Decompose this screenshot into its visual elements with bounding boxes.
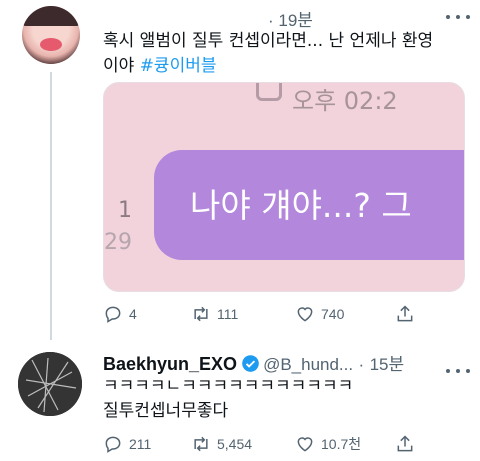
- media-time-label: 오후 02:2: [292, 87, 398, 115]
- tweet-text-line-2-prefix: 이야: [103, 56, 140, 76]
- clock-icon: [256, 83, 282, 101]
- reply-count: 211: [129, 436, 152, 452]
- tweet-text-line-2: 질투컨셉너무좋다: [103, 401, 229, 421]
- chat-bubble-text: 나야 걔야...? 그: [190, 186, 412, 225]
- tweet-meta: · 19분: [268, 6, 313, 31]
- like-button[interactable]: 740: [295, 304, 344, 324]
- tweet-time[interactable]: 15분: [370, 355, 405, 374]
- like-count: 10.7천: [321, 436, 362, 452]
- thread-connector-line: [50, 72, 52, 340]
- hashtag-link[interactable]: #큥이버블: [140, 56, 217, 76]
- retweet-count: 111: [217, 306, 239, 322]
- tweet-meta: Baekhyun_EXO @B_hund... · 15분: [103, 350, 404, 375]
- author-handle[interactable]: @B_hund...: [263, 355, 353, 374]
- retweet-icon: [194, 306, 208, 322]
- tweet-actions: 211 5,454 10.7천: [103, 434, 433, 458]
- tweet-reply[interactable]: Baekhyun_EXO @B_hund... · 15분 ㅋㅋㅋㅋㄴㅋㅋㅋㅋㅋㅋ…: [0, 340, 480, 461]
- reply-count: 4: [129, 306, 137, 322]
- like-button[interactable]: 10.7천: [295, 434, 361, 454]
- reply-icon: [105, 436, 121, 453]
- avatar[interactable]: [18, 352, 82, 416]
- avatar-logo-icon: [18, 352, 82, 416]
- meta-separator: ·: [358, 355, 365, 374]
- like-count: 740: [321, 306, 345, 322]
- reply-button[interactable]: 211: [103, 434, 151, 454]
- avatar-lips: [40, 38, 62, 51]
- tweet-text-line-1: 혹시 앨범이 질투 컨셉이라면... 난 언제나 환영: [103, 31, 434, 51]
- tweet-text-line-1: ㅋㅋㅋㅋㄴㅋㅋㅋㅋㅋㅋㅋㅋㅋㅋㅋ: [103, 376, 354, 396]
- share-icon: [397, 435, 413, 452]
- retweet-count: 5,454: [217, 436, 253, 452]
- tweet-text-line-2: 이야 #큥이버블: [103, 54, 433, 79]
- media-read-time: 29: [104, 230, 132, 255]
- more-icon[interactable]: [446, 366, 470, 376]
- retweet-icon: [194, 436, 208, 452]
- reply-button[interactable]: 4: [103, 304, 137, 324]
- reply-icon: [105, 306, 121, 323]
- tweet-text: 혹시 앨범이 질투 컨셉이라면... 난 언제나 환영 이야 #큥이버블: [103, 29, 433, 79]
- meta-separator: ·: [268, 11, 279, 30]
- tweet-time[interactable]: 19분: [278, 11, 313, 30]
- author-name[interactable]: Baekhyun_EXO: [103, 354, 237, 374]
- share-button[interactable]: [395, 304, 421, 324]
- avatar[interactable]: [22, 6, 80, 64]
- media-read-count: 1: [118, 198, 132, 223]
- share-icon: [397, 305, 413, 322]
- like-icon: [297, 437, 313, 452]
- tweet-media-image[interactable]: 오후 02:2 1 29 나야 걔야...? 그: [103, 82, 465, 292]
- avatar-hair: [22, 6, 80, 26]
- like-icon: [297, 307, 313, 322]
- share-button[interactable]: [395, 434, 421, 454]
- retweet-button[interactable]: 5,454: [191, 434, 252, 454]
- tweet-text: ㅋㅋㅋㅋㄴㅋㅋㅋㅋㅋㅋㅋㅋㅋㅋㅋ 질투컨셉너무좋다: [103, 374, 353, 424]
- tweet-actions: 4 111 740: [103, 304, 433, 328]
- verified-icon: [242, 355, 259, 372]
- more-icon[interactable]: [446, 12, 470, 22]
- tweet-quoted-bubble[interactable]: · 19분 혹시 앨범이 질투 컨셉이라면... 난 언제나 환영 이야 #큥이…: [0, 0, 480, 340]
- retweet-button[interactable]: 111: [191, 304, 238, 324]
